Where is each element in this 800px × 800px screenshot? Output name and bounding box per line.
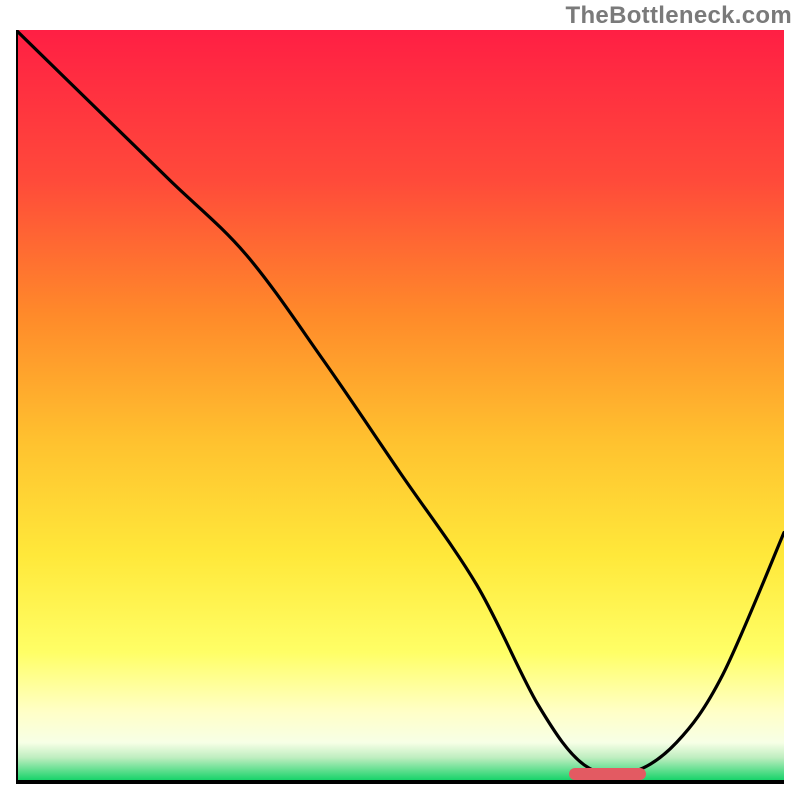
chart-stage: TheBottleneck.com bbox=[0, 0, 800, 800]
optimal-marker bbox=[569, 768, 646, 780]
watermark-text: TheBottleneck.com bbox=[566, 2, 792, 30]
chart-svg bbox=[16, 30, 784, 784]
plot-area bbox=[16, 30, 784, 784]
